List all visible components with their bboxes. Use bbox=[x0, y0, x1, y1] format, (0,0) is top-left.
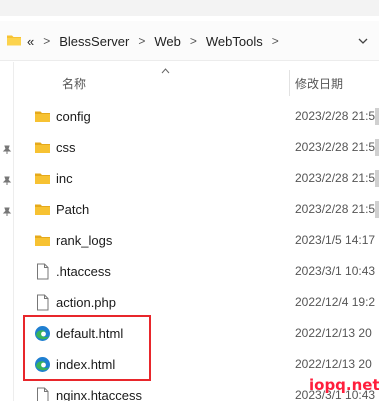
folder-icon bbox=[34, 201, 51, 218]
pin-icon[interactable] bbox=[2, 176, 12, 186]
highlight-box bbox=[23, 315, 151, 381]
file-row[interactable]: css 2023/2/28 21:5 bbox=[15, 132, 379, 163]
scrollbar-thumb[interactable] bbox=[375, 201, 379, 218]
breadcrumb-separator: > bbox=[189, 34, 197, 48]
navigation-pane[interactable] bbox=[0, 62, 14, 401]
file-icon bbox=[34, 387, 51, 401]
column-divider[interactable] bbox=[289, 70, 290, 96]
folder-icon bbox=[34, 170, 51, 187]
file-row[interactable]: rank_logs 2023/1/5 14:17 bbox=[15, 225, 379, 256]
breadcrumb-overflow[interactable]: « bbox=[27, 34, 34, 49]
file-modified-date: 2023/1/5 14:17 bbox=[295, 233, 376, 247]
chevron-down-icon[interactable] bbox=[357, 35, 369, 47]
file-row[interactable]: .htaccess 2023/3/1 10:43 bbox=[15, 256, 379, 287]
watermark: iopq.net bbox=[309, 376, 379, 394]
window-top-strip bbox=[0, 0, 379, 16]
scrollbar-thumb[interactable] bbox=[375, 108, 379, 125]
breadcrumb-separator: > bbox=[271, 34, 279, 48]
file-modified-date: 2023/2/28 21:5 bbox=[295, 171, 376, 185]
pin-icon[interactable] bbox=[2, 145, 12, 155]
breadcrumb-blessserver[interactable]: BlessServer bbox=[59, 34, 129, 49]
file-modified-date: 2023/2/28 21:5 bbox=[295, 202, 376, 216]
file-modified-date: 2022/12/4 19:2 bbox=[295, 295, 376, 309]
pin-icon[interactable] bbox=[2, 207, 12, 217]
file-name: .htaccess bbox=[56, 264, 111, 279]
file-modified-date: 2022/12/13 20 bbox=[295, 357, 372, 371]
file-name: css bbox=[56, 140, 76, 155]
scrollbar-thumb[interactable] bbox=[375, 139, 379, 156]
file-modified-date: 2023/3/1 10:43 bbox=[295, 264, 376, 278]
file-modified-date: 2022/12/13 20 bbox=[295, 326, 372, 340]
folder-icon bbox=[34, 232, 51, 249]
folder-icon bbox=[34, 139, 51, 156]
file-name: nginx.htaccess bbox=[56, 388, 142, 401]
file-modified-date: 2023/2/28 21:5 bbox=[295, 140, 376, 154]
breadcrumb-separator: > bbox=[43, 34, 51, 48]
file-icon bbox=[34, 263, 51, 280]
column-header: 名称 修改日期 bbox=[15, 62, 379, 102]
file-name: action.php bbox=[56, 295, 116, 310]
breadcrumb: « > BlessServer > Web > WebTools > bbox=[27, 21, 288, 61]
breadcrumb-separator: > bbox=[138, 34, 146, 48]
address-bar[interactable]: « > BlessServer > Web > WebTools > bbox=[0, 21, 379, 61]
folder-icon bbox=[34, 108, 51, 125]
file-row[interactable]: action.php 2022/12/4 19:2 bbox=[15, 287, 379, 318]
column-header-date[interactable]: 修改日期 bbox=[295, 75, 343, 92]
file-name: config bbox=[56, 109, 91, 124]
sort-ascending-icon bbox=[161, 68, 170, 74]
file-row[interactable]: Patch 2023/2/28 21:5 bbox=[15, 194, 379, 225]
file-modified-date: 2023/2/28 21:5 bbox=[295, 109, 376, 123]
file-row[interactable]: inc 2023/2/28 21:5 bbox=[15, 163, 379, 194]
column-header-name[interactable]: 名称 bbox=[62, 75, 86, 92]
scrollbar-thumb[interactable] bbox=[375, 170, 379, 187]
file-name: Patch bbox=[56, 202, 90, 217]
file-name: rank_logs bbox=[56, 233, 113, 248]
file-icon bbox=[34, 294, 51, 311]
folder-icon bbox=[7, 35, 21, 46]
file-row[interactable]: config 2023/2/28 21:5 bbox=[15, 101, 379, 132]
breadcrumb-webtools[interactable]: WebTools bbox=[206, 34, 263, 49]
file-name: inc bbox=[56, 171, 73, 186]
breadcrumb-web[interactable]: Web bbox=[154, 34, 181, 49]
